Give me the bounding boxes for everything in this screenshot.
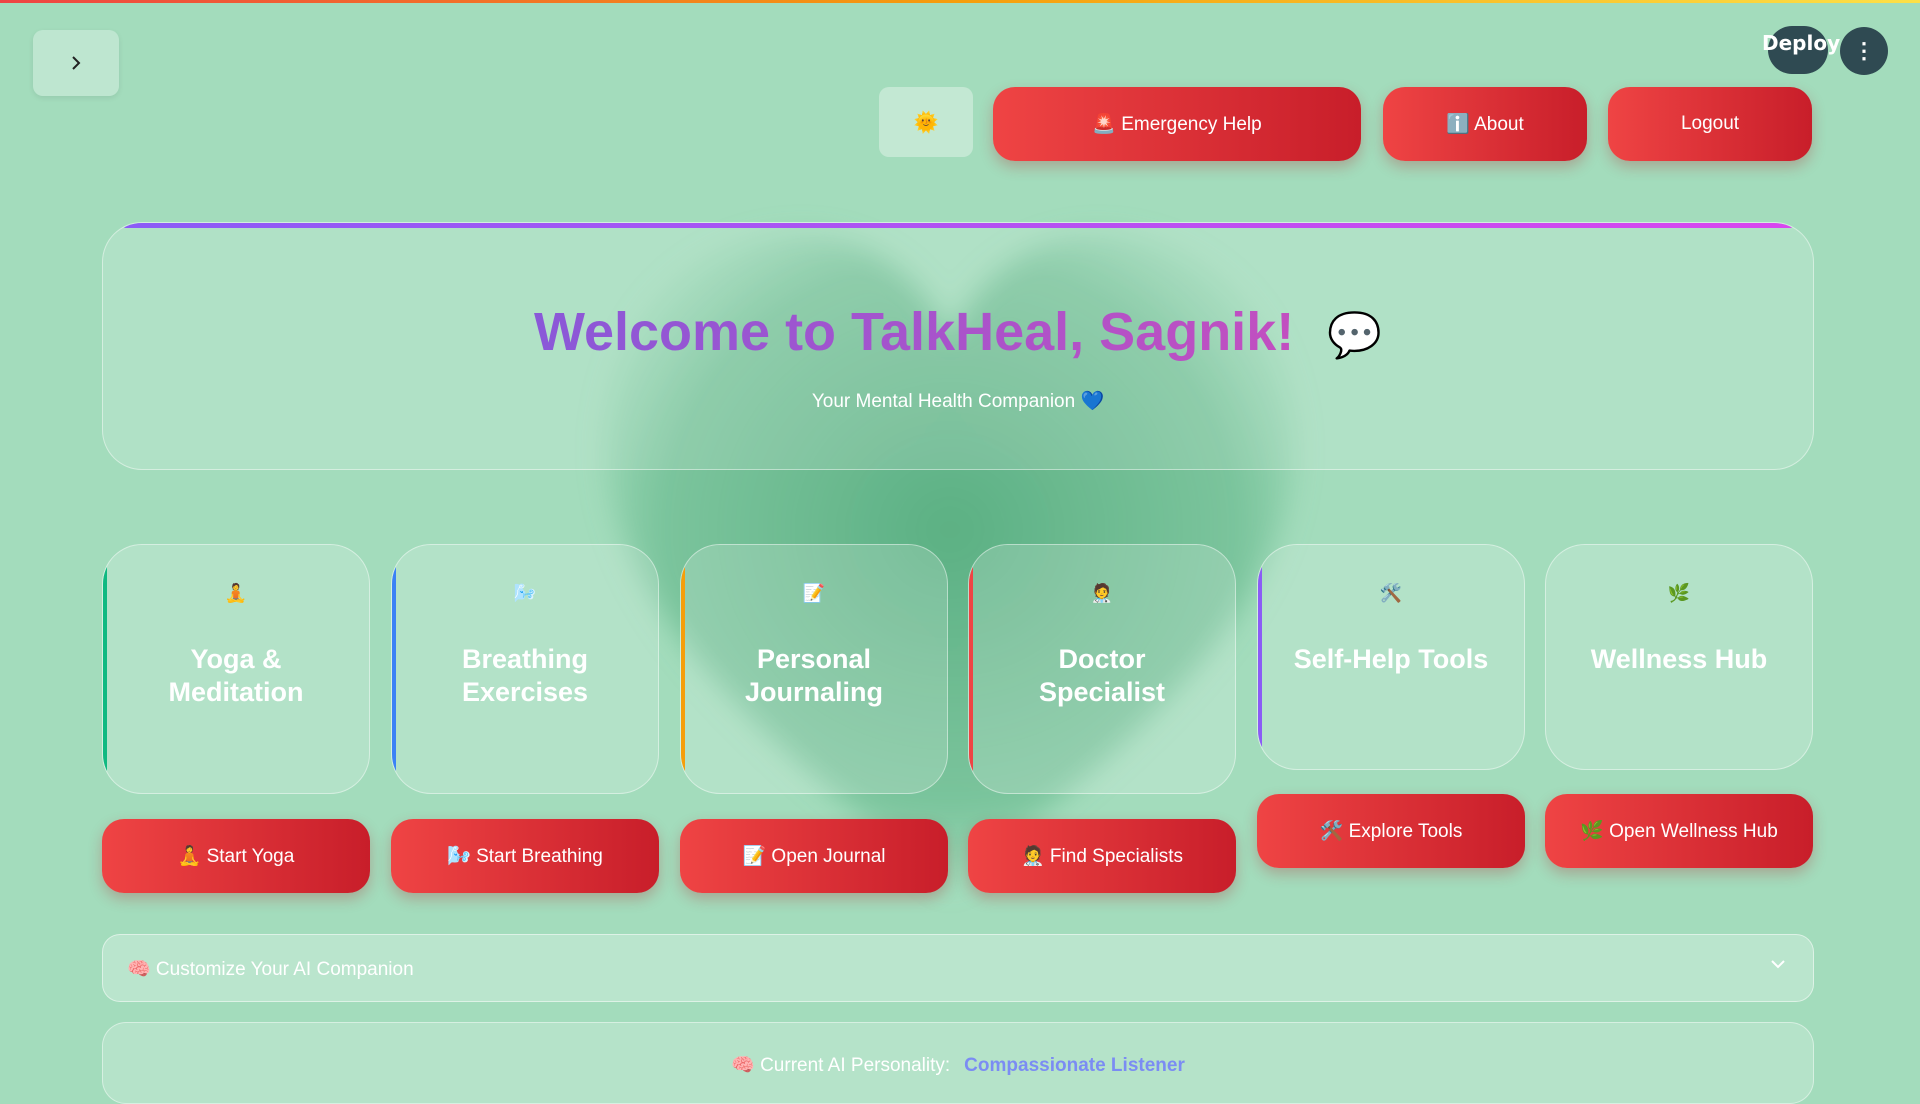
doctor-icon: 🧑‍⚕️ bbox=[1090, 583, 1114, 603]
sidebar-expand-button[interactable] bbox=[33, 30, 119, 96]
feature-card-self-help: 🛠️ Self-Help Tools bbox=[1257, 544, 1525, 770]
explore-tools-button[interactable]: 🛠️ Explore Tools bbox=[1257, 794, 1525, 868]
personality-label: 🧠 Current AI Personality: bbox=[731, 1055, 951, 1076]
feature-card-breathing: 🌬️ Breathing Exercises bbox=[391, 544, 659, 794]
find-specialists-button[interactable]: 🧑‍⚕️ Find Specialists bbox=[968, 819, 1236, 893]
card-title: Wellness Hub bbox=[1590, 644, 1768, 674]
customize-ai-expander[interactable]: 🧠 Customize Your AI Companion bbox=[102, 934, 1814, 1002]
feature-card-wellness: 🌿 Wellness Hub bbox=[1545, 544, 1813, 770]
personality-row: 🧠 Current AI Personality: Compassionate L… bbox=[103, 1053, 1813, 1077]
welcome-subtitle: Your Mental Health Companion 💙 bbox=[811, 391, 1105, 412]
start-yoga-button[interactable]: 🧘 Start Yoga bbox=[102, 819, 370, 893]
journal-icon: 📝 bbox=[802, 583, 826, 603]
chevron-right-icon bbox=[72, 56, 81, 70]
welcome-title-text: Welcome to TalkHeal, Sagnik! bbox=[533, 302, 1295, 362]
logout-button[interactable]: Logout bbox=[1608, 87, 1812, 161]
sun-icon: 🌞 bbox=[913, 111, 939, 134]
theme-toggle-button[interactable]: 🌞 bbox=[879, 87, 973, 157]
open-wellness-hub-button[interactable]: 🌿 Open Wellness Hub bbox=[1545, 794, 1813, 868]
card-accent bbox=[1258, 545, 1262, 769]
emergency-help-button[interactable]: 🚨 Emergency Help bbox=[993, 87, 1361, 161]
more-vertical-icon: ⋮ bbox=[1853, 38, 1875, 63]
about-button[interactable]: ℹ️ About bbox=[1383, 87, 1587, 161]
welcome-banner: Welcome to TalkHeal, Sagnik! 💬 Your Ment… bbox=[102, 222, 1814, 470]
start-breathing-button[interactable]: 🌬️ Start Breathing bbox=[391, 819, 659, 893]
breathing-icon: 🌬️ bbox=[513, 583, 537, 603]
top-gradient-bar bbox=[0, 0, 1920, 3]
deploy-button[interactable]: Deploy bbox=[1762, 31, 1840, 55]
card-title: Personal Journaling bbox=[744, 644, 883, 707]
yoga-icon: 🧘 bbox=[224, 583, 248, 603]
personality-value: Compassionate Listener bbox=[964, 1055, 1185, 1076]
main-menu-button[interactable]: ⋮ bbox=[1840, 27, 1888, 75]
expander-label: 🧠 Customize Your AI Companion bbox=[127, 959, 414, 980]
card-title: Doctor Specialist bbox=[1038, 644, 1166, 707]
feature-card-journaling: 📝 Personal Journaling bbox=[680, 544, 948, 794]
banner-accent-bar bbox=[123, 223, 1793, 228]
chevron-down-icon bbox=[1771, 953, 1785, 974]
speech-bubble-icon: 💬 bbox=[1327, 311, 1383, 360]
card-accent bbox=[1546, 545, 1550, 769]
leaf-icon: 🌿 bbox=[1667, 583, 1691, 603]
tools-icon: 🛠️ bbox=[1379, 583, 1403, 603]
personality-panel: 🧠 Current AI Personality: Compassionate L… bbox=[102, 1022, 1814, 1104]
welcome-title: Welcome to TalkHeal, Sagnik! 💬 bbox=[103, 301, 1813, 363]
card-title: Breathing Exercises bbox=[461, 644, 589, 707]
card-title: Yoga & Meditation bbox=[168, 644, 304, 707]
card-title: Self-Help Tools bbox=[1293, 644, 1489, 674]
open-journal-button[interactable]: 📝 Open Journal bbox=[680, 819, 948, 893]
feature-card-doctor: 🧑‍⚕️ Doctor Specialist bbox=[968, 544, 1236, 794]
feature-card-yoga: 🧘 Yoga & Meditation bbox=[102, 544, 370, 794]
